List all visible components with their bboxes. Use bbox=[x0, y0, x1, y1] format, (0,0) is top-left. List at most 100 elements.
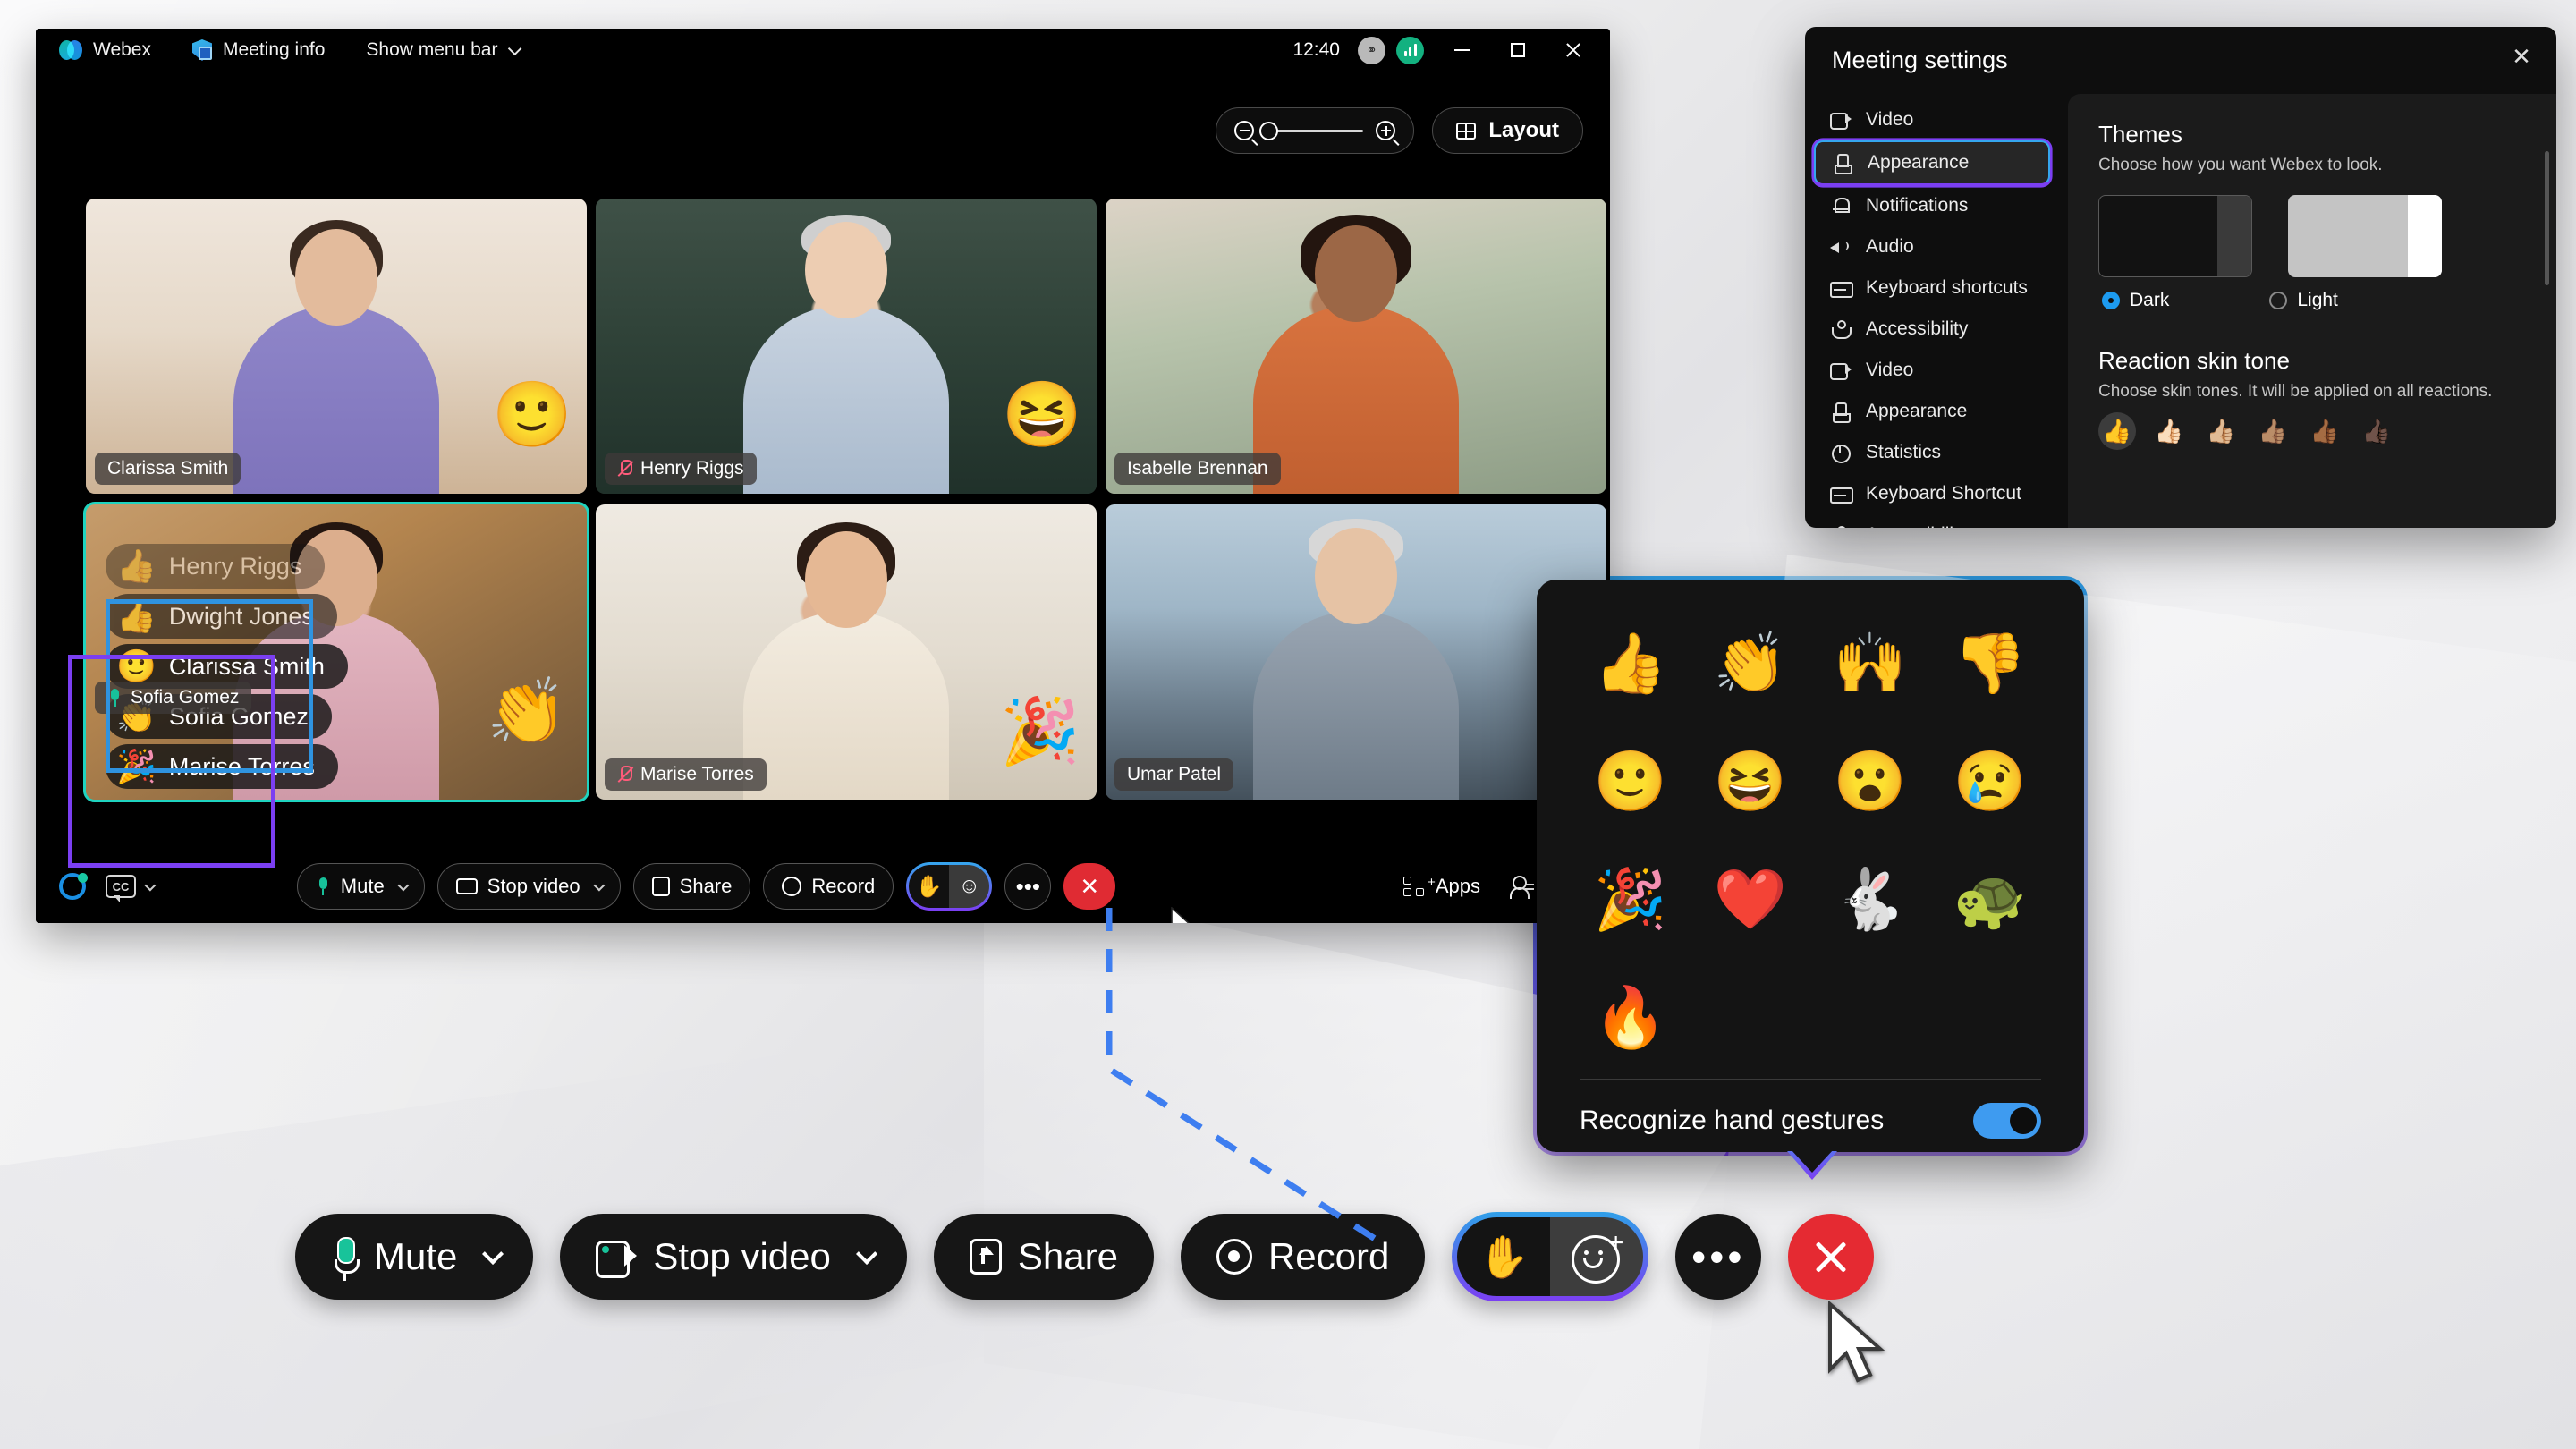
clock-label: 12:40 bbox=[1292, 39, 1340, 60]
zoom-out-icon[interactable] bbox=[1234, 121, 1255, 140]
chevron-down-icon[interactable] bbox=[397, 879, 409, 891]
record-icon bbox=[782, 877, 802, 896]
settings-nav-item-accessibility[interactable]: Accessibility bbox=[1805, 309, 2068, 350]
share-button-large[interactable]: Share bbox=[933, 1214, 1154, 1300]
reaction-thumbs-down-emoji[interactable]: 👎 bbox=[1930, 608, 2050, 719]
skin-tone-light[interactable]: 👍🏻 bbox=[2150, 412, 2188, 450]
more-options-icon[interactable]: ••• bbox=[1004, 863, 1052, 910]
video-feed bbox=[1106, 199, 1606, 494]
network-signal-icon[interactable] bbox=[1396, 36, 1424, 64]
reaction-rabbit-emoji[interactable]: 🐇 bbox=[1810, 844, 1930, 955]
record-button-large[interactable]: Record bbox=[1180, 1214, 1426, 1300]
reaction-raising-hands-emoji[interactable]: 🙌 bbox=[1810, 608, 1930, 719]
skin-tone-medium-light[interactable]: 👍🏼 bbox=[2202, 412, 2240, 450]
tile-reaction-slight-smile-emoji: 🙂 bbox=[492, 379, 572, 451]
meeting-info-button[interactable]: Meeting info bbox=[192, 39, 325, 61]
closed-captions-icon[interactable]: CC bbox=[106, 875, 136, 902]
reaction-laughing-emoji[interactable]: 😆 bbox=[1690, 726, 1810, 837]
reaction-heart-emoji[interactable]: ❤️ bbox=[1690, 844, 1810, 955]
apps-button[interactable]: + Apps bbox=[1402, 875, 1480, 898]
settings-nav-item-keyboard-shortcut-2[interactable]: Keyboard Shortcut bbox=[1805, 473, 2068, 514]
reaction-toast-name: Dwight Jones bbox=[168, 602, 314, 630]
chevron-down-icon[interactable] bbox=[144, 879, 157, 891]
camera-icon bbox=[596, 1241, 638, 1278]
thumbs-up-emoji: 👍 bbox=[116, 597, 157, 634]
settings-nav-item-keyboard-shortcuts[interactable]: Keyboard shortcuts bbox=[1805, 267, 2068, 309]
reactions-combo-button-large[interactable]: ✋ + bbox=[1452, 1212, 1649, 1301]
tile-name-label: Sofia Gomez bbox=[131, 687, 240, 708]
settings-nav-item-audio[interactable]: Audio bbox=[1805, 226, 2068, 267]
smiley-plus-icon[interactable]: ☺ bbox=[949, 865, 990, 908]
video-tile-henry-riggs[interactable]: 😆 Henry Riggs bbox=[596, 199, 1097, 494]
reaction-party-popper-emoji[interactable]: 🎉 bbox=[1571, 844, 1690, 955]
zoom-slider-track[interactable] bbox=[1259, 121, 1364, 140]
settings-nav-item-video[interactable]: Video bbox=[1805, 99, 2068, 140]
settings-nav-item-video-2[interactable]: Video bbox=[1805, 350, 2068, 391]
stop-video-button[interactable]: Stop video bbox=[436, 863, 621, 910]
participants-icon[interactable] bbox=[1509, 876, 1534, 899]
settings-nav-item-statistics[interactable]: Statistics bbox=[1805, 432, 2068, 473]
reaction-thumbs-up-emoji[interactable]: 👍 bbox=[1571, 608, 1690, 719]
reaction-crying-emoji[interactable]: 😢 bbox=[1930, 726, 2050, 837]
chevron-down-icon[interactable] bbox=[855, 1242, 877, 1265]
layout-button[interactable]: Layout bbox=[1432, 107, 1583, 154]
tile-nametag: Isabelle Brennan bbox=[1114, 453, 1281, 485]
reaction-clapping-hands-emoji[interactable]: 👏 bbox=[1690, 608, 1810, 719]
share-screen-icon bbox=[651, 877, 670, 896]
settings-nav-item-appearance-2[interactable]: Appearance bbox=[1805, 391, 2068, 432]
tile-nametag: Clarissa Smith bbox=[95, 453, 242, 485]
stop-video-button-large[interactable]: Stop video bbox=[560, 1214, 907, 1300]
settings-nav-item-appearance[interactable]: Appearance bbox=[1814, 140, 2050, 185]
theme-preview-dark[interactable] bbox=[2098, 195, 2252, 277]
accessibility-icon bbox=[1830, 526, 1852, 528]
video-tile-umar-patel[interactable]: Umar Patel bbox=[1106, 504, 1606, 800]
zoom-slider-control[interactable] bbox=[1216, 107, 1415, 154]
tile-reaction-party-popper-emoji: 🎉 bbox=[1000, 696, 1080, 767]
reaction-slight-smile-emoji[interactable]: 🙂 bbox=[1571, 726, 1690, 837]
video-tile-marise-torres[interactable]: 🎉 Marise Torres bbox=[596, 504, 1097, 800]
ai-assistant-icon[interactable] bbox=[59, 873, 88, 900]
close-icon[interactable]: ✕ bbox=[2506, 41, 2537, 72]
mute-button[interactable]: Mute bbox=[296, 863, 425, 910]
theme-preview-light[interactable] bbox=[2288, 195, 2442, 277]
close-icon[interactable] bbox=[1546, 29, 1601, 72]
skin-tone-medium[interactable]: 👍🏽 bbox=[2254, 412, 2292, 450]
reaction-fire-emoji[interactable]: 🔥 bbox=[1571, 962, 1690, 1073]
raised-hand-icon[interactable]: ✋ bbox=[1457, 1217, 1551, 1296]
minimize-icon[interactable] bbox=[1435, 29, 1490, 72]
video-tile-clarissa-smith[interactable]: 🙂 Clarissa Smith bbox=[86, 199, 587, 494]
chevron-down-icon[interactable] bbox=[482, 1242, 504, 1265]
zoom-in-icon[interactable] bbox=[1376, 121, 1396, 140]
settings-scrollbar[interactable] bbox=[2545, 151, 2549, 285]
reaction-toast-list: 👍 Henry Riggs 👍 Dwight Jones 🙂 Clarissa … bbox=[106, 544, 374, 794]
video-tile-isabelle-brennan[interactable]: Isabelle Brennan bbox=[1106, 199, 1606, 494]
zoom-slider-knob[interactable] bbox=[1259, 121, 1279, 140]
reaction-turtle-emoji[interactable]: 🐢 bbox=[1930, 844, 2050, 955]
skin-tone-medium-dark[interactable]: 👍🏾 bbox=[2306, 412, 2343, 450]
connection-icon[interactable]: ⚭ bbox=[1358, 36, 1385, 64]
smiley-plus-icon[interactable]: + bbox=[1550, 1217, 1644, 1296]
settings-nav-item-notifications[interactable]: Notifications bbox=[1805, 185, 2068, 226]
reaction-toast: 🎉 Marise Torres bbox=[106, 744, 338, 789]
chevron-down-icon[interactable] bbox=[593, 879, 605, 891]
reaction-surprised-emoji[interactable]: 😮 bbox=[1810, 726, 1930, 837]
reactions-combo-button[interactable]: ✋ ☺ bbox=[906, 862, 993, 911]
mute-label: Mute bbox=[340, 875, 385, 897]
theme-option-dark[interactable]: Dark bbox=[2102, 290, 2169, 311]
share-button[interactable]: Share bbox=[632, 863, 751, 910]
theme-option-light[interactable]: Light bbox=[2269, 290, 2338, 311]
recognize-hand-gestures-toggle[interactable] bbox=[1973, 1103, 2041, 1139]
skin-tone-dark[interactable]: 👍🏿 bbox=[2358, 412, 2395, 450]
raised-hand-icon[interactable]: ✋ bbox=[909, 865, 950, 908]
end-call-icon-large[interactable] bbox=[1788, 1214, 1875, 1300]
more-options-icon-large[interactable]: ••• bbox=[1675, 1214, 1762, 1300]
show-menu-bar-button[interactable]: Show menu bar bbox=[366, 39, 522, 61]
end-call-icon[interactable]: ✕ bbox=[1063, 863, 1116, 910]
settings-nav-item-accessibility-2[interactable]: Accessibility bbox=[1805, 514, 2068, 528]
skin-tone-default[interactable]: 👍 bbox=[2098, 412, 2136, 450]
maximize-icon[interactable] bbox=[1490, 29, 1546, 72]
mute-button-large[interactable]: Mute bbox=[295, 1214, 534, 1300]
video-tile-sofia-gomez[interactable]: 👏 👍 Henry Riggs 👍 Dwight Jones 🙂 Clariss… bbox=[83, 502, 589, 802]
record-label: Record bbox=[1267, 1235, 1390, 1277]
record-button[interactable]: Record bbox=[763, 863, 894, 910]
